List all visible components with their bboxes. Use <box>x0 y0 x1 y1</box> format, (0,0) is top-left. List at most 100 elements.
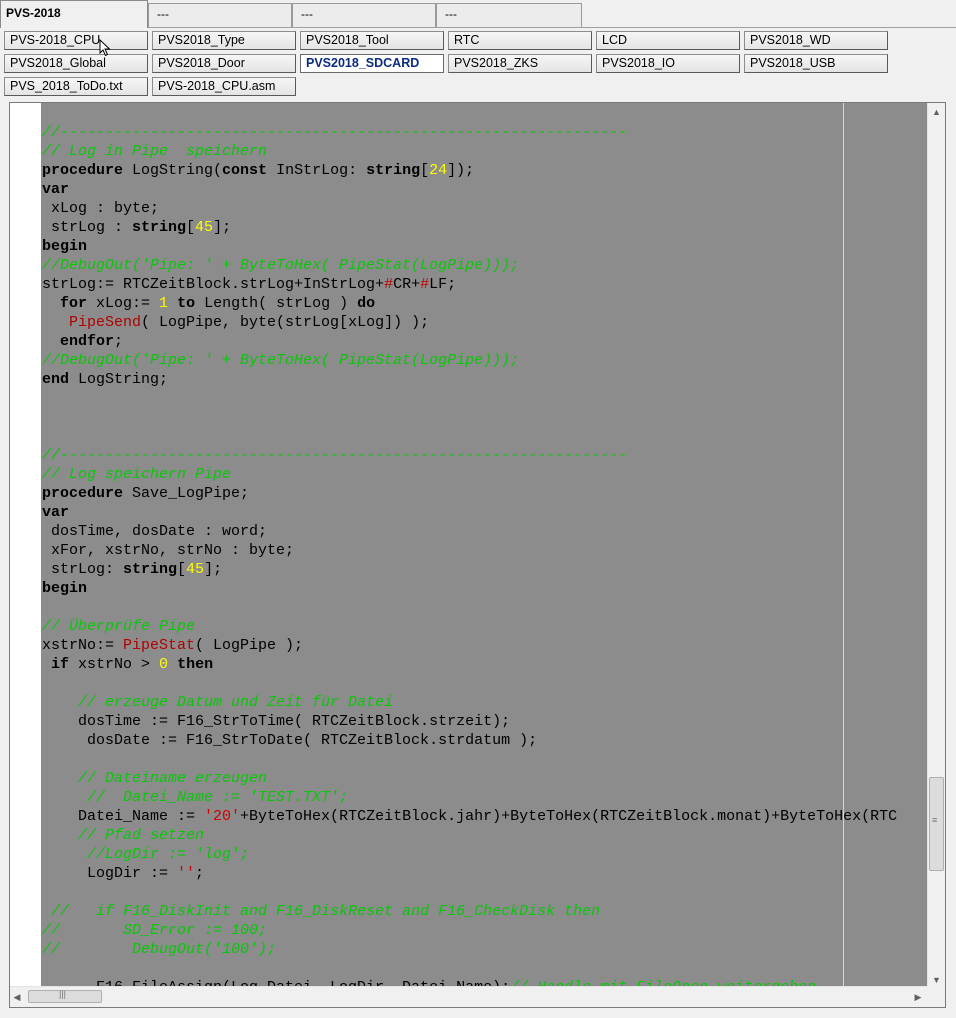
code-line: // Log speichern Pipe <box>42 465 231 484</box>
code-token: procedure <box>42 162 124 179</box>
code-area[interactable]: //--------------------------------------… <box>41 103 928 987</box>
tab-1[interactable]: PVS-2018 <box>0 0 148 28</box>
code-editor[interactable]: //--------------------------------------… <box>9 102 946 1008</box>
code-token: // DebugOut('100'); <box>42 941 277 958</box>
file-button[interactable]: PVS-2018_CPU.asm <box>152 77 296 96</box>
scroll-up-arrow-icon[interactable]: ▲ <box>928 107 945 117</box>
file-button[interactable]: PVS2018_Door <box>152 54 296 73</box>
code-token: // Pfad setzen <box>78 827 205 844</box>
scroll-down-arrow-icon[interactable]: ▼ <box>928 975 945 985</box>
code-token: # <box>384 276 394 293</box>
code-token: then <box>177 656 214 673</box>
code-token: string <box>366 162 421 179</box>
code-token: ; <box>114 333 124 350</box>
code-token: dosTime, dosDate : word; <box>42 523 268 540</box>
code-token: [ <box>186 219 196 236</box>
code-line: //LogDir := 'log'; <box>42 845 249 864</box>
code-token: [ <box>177 561 187 578</box>
right-margin-line <box>843 103 844 987</box>
code-token: PipeStat <box>123 637 196 654</box>
code-line: // Pfad setzen <box>42 826 204 845</box>
code-token: strLog:= RTCZeitBlock.strLog+InStrLog+ <box>42 276 385 293</box>
code-line: xstrNo:= PipeStat( LogPipe ); <box>42 636 303 655</box>
file-button[interactable]: LCD <box>596 31 740 50</box>
code-line: // Datei_Name := 'TEST.TXT'; <box>42 788 348 807</box>
file-button[interactable]: PVS2018_Global <box>4 54 148 73</box>
tab-strip: PVS-2018 --- --- --- <box>0 0 956 28</box>
tab-4[interactable]: --- <box>436 3 582 27</box>
code-line: // Log in Pipe speichern <box>42 142 267 161</box>
code-token: Datei_Name := <box>42 808 205 825</box>
file-button[interactable]: PVS_2018_ToDo.txt <box>4 77 148 96</box>
code-token: xLog : byte; <box>42 200 160 217</box>
code-token: // Dateiname erzeugen <box>78 770 268 787</box>
code-line: strLog:= RTCZeitBlock.strLog+InStrLog+#C… <box>42 275 456 294</box>
code-token: var <box>42 181 70 198</box>
mouse-pointer-icon <box>99 39 111 57</box>
code-line: // DebugOut('100'); <box>42 940 276 959</box>
file-button[interactable]: RTC <box>448 31 592 50</box>
code-line: endfor; <box>42 332 123 351</box>
code-line: xLog : byte; <box>42 199 159 218</box>
code-line: PipeSend( LogPipe, byte(strLog[xLog]) ); <box>42 313 429 332</box>
file-button[interactable]: PVS2018_Type <box>152 31 296 50</box>
code-token: ]); <box>447 162 475 179</box>
scroll-right-arrow-icon[interactable]: ▶ <box>913 992 923 1002</box>
code-token: // if F16_DiskInit and F16_DiskReset and… <box>51 903 601 920</box>
tab-2[interactable]: --- <box>148 3 292 27</box>
scroll-corner <box>928 987 945 1007</box>
code-line: begin <box>42 579 87 598</box>
code-line: dosTime := F16_StrToTime( RTCZeitBlock.s… <box>42 712 510 731</box>
code-token: var <box>42 504 70 521</box>
code-line: begin <box>42 237 87 256</box>
code-line: LogDir := ''; <box>42 864 204 883</box>
code-token: dosTime := F16_StrToTime( RTCZeitBlock.s… <box>42 713 511 730</box>
code-line: // if F16_DiskInit and F16_DiskReset and… <box>42 902 600 921</box>
file-button[interactable]: PVS2018_USB <box>744 54 888 73</box>
code-line: for xLog:= 1 to Length( strLog ) do <box>42 294 375 313</box>
scroll-left-arrow-icon[interactable]: ◀ <box>12 992 22 1002</box>
code-token: '20' <box>204 808 241 825</box>
code-token: strLog: <box>42 561 124 578</box>
file-button[interactable]: PVS2018_IO <box>596 54 740 73</box>
code-token: 45 <box>195 219 214 236</box>
code-token: ]; <box>204 561 223 578</box>
code-line: var <box>42 180 69 199</box>
code-token: ( LogPipe ); <box>195 637 304 654</box>
tab-3[interactable]: --- <box>292 3 436 27</box>
code-token: LogDir := <box>42 865 178 882</box>
file-button[interactable]: PVS-2018_CPU <box>4 31 148 50</box>
code-line: procedure Save_LogPipe; <box>42 484 249 503</box>
file-button[interactable]: PVS2018_SDCARD <box>300 54 444 73</box>
code-token: // erzeuge Datum und Zeit für Datei <box>78 694 394 711</box>
code-token: //--------------------------------------… <box>42 124 628 141</box>
code-token: strLog : <box>42 219 133 236</box>
code-line: dosTime, dosDate : word; <box>42 522 267 541</box>
code-line: //DebugOut('Pipe: ' + ByteToHex( PipeSta… <box>42 256 519 275</box>
code-token: procedure <box>42 485 124 502</box>
file-button[interactable]: PVS2018_ZKS <box>448 54 592 73</box>
code-token: ( LogPipe, byte(strLog[xLog]) ); <box>141 314 430 331</box>
code-token: // SD_Error := 100; <box>42 922 268 939</box>
code-token: '' <box>177 865 196 882</box>
code-token: InStrLog: <box>267 162 367 179</box>
code-token: ]; <box>213 219 232 236</box>
code-token: xFor, xstrNo, strNo : byte; <box>42 542 295 559</box>
horizontal-scrollbar[interactable]: ◀ ||| ▶ <box>10 986 928 1007</box>
tab-strip-divider <box>148 27 956 28</box>
file-button[interactable]: PVS2018_Tool <box>300 31 444 50</box>
code-token: // Log speichern Pipe <box>42 466 232 483</box>
file-button[interactable]: PVS2018_WD <box>744 31 888 50</box>
code-token: ; <box>195 865 205 882</box>
code-token: xstrNo:= <box>42 637 124 654</box>
code-token: //DebugOut('Pipe: ' + ByteToHex( PipeSta… <box>42 257 520 274</box>
code-line: dosDate := F16_StrToDate( RTCZeitBlock.s… <box>42 731 537 750</box>
vertical-scrollbar[interactable]: ▲ ≡ ▼ <box>927 103 945 987</box>
